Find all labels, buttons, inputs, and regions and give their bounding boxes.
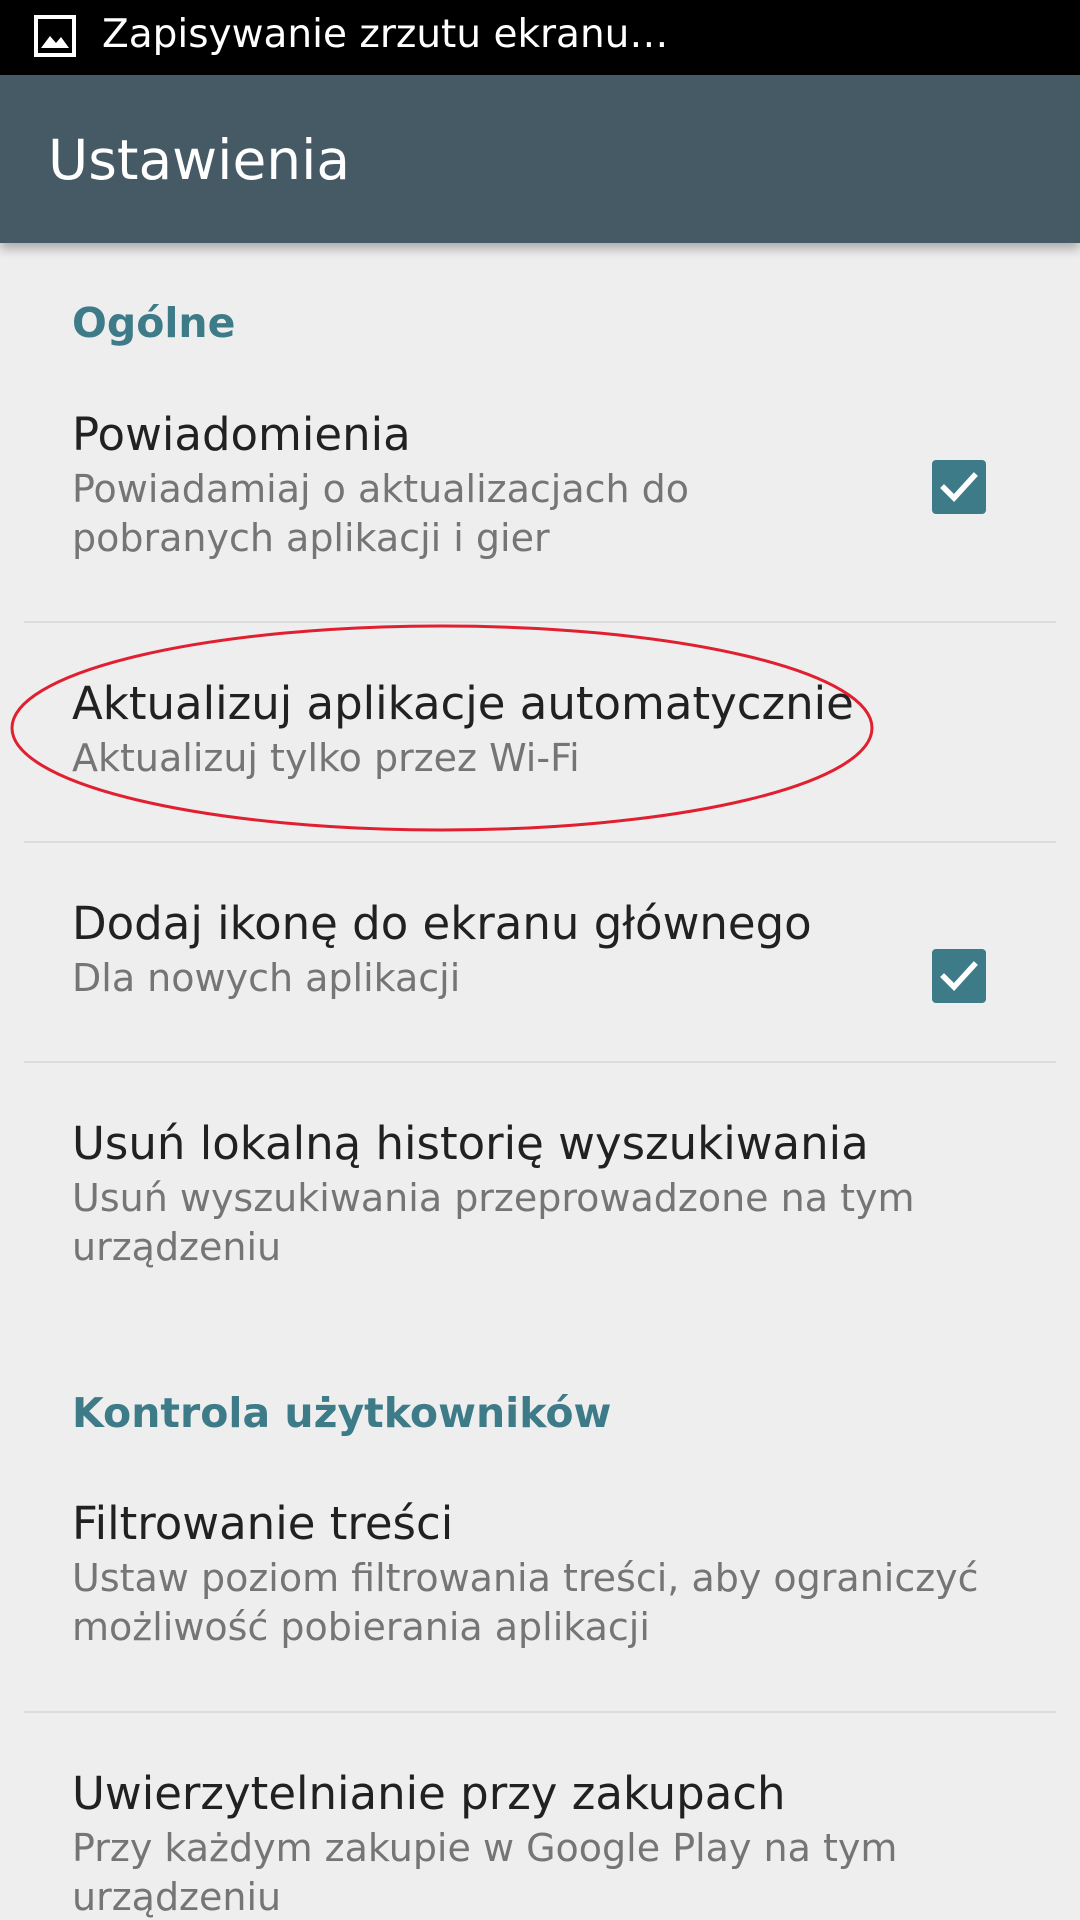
pref-add-home-icon[interactable]: Dodaj ikonę do ekranu głównego Dla nowyc… (0, 897, 1080, 1017)
app-bar: Ustawienia (0, 75, 1080, 243)
pref-title: Filtrowanie treści (72, 1497, 454, 1550)
pref-summary: Aktualizuj tylko przez Wi-Fi (72, 736, 580, 780)
divider (24, 1061, 1056, 1063)
settings-list: Ogólne Powiadomienia Powiadamiaj o aktua… (0, 243, 1080, 1920)
home-icon-checkbox[interactable] (932, 949, 986, 1003)
pref-auto-update[interactable]: Aktualizuj aplikacje automatycznie Aktua… (0, 677, 1080, 797)
pref-summary: Powiadamiaj o aktualizacjach do pobranyc… (72, 467, 690, 560)
pref-summary: Przy każdym zakupie w Google Play na tym… (72, 1826, 898, 1919)
pref-notifications[interactable]: Powiadomienia Powiadamiaj o aktualizacja… (0, 408, 1080, 563)
section-header-user-controls: Kontrola użytkowników (72, 1389, 612, 1437)
status-bar: Zapisywanie zrzutu ekranu… (0, 0, 1080, 75)
image-icon (34, 15, 76, 57)
divider (24, 621, 1056, 623)
section-header-general: Ogólne (72, 299, 236, 347)
pref-summary: Dla nowych aplikacji (72, 956, 461, 1000)
pref-title: Dodaj ikonę do ekranu głównego (72, 897, 812, 950)
pref-title: Powiadomienia (72, 408, 411, 461)
notifications-checkbox[interactable] (932, 460, 986, 514)
divider (24, 841, 1056, 843)
status-notification-text: Zapisywanie zrzutu ekranu… (102, 12, 669, 57)
pref-title: Uwierzytelnianie przy zakupach (72, 1767, 786, 1820)
page-title: Ustawienia (48, 128, 351, 192)
divider (24, 1711, 1056, 1713)
pref-title: Usuń lokalną historię wyszukiwania (72, 1117, 869, 1170)
pref-title: Aktualizuj aplikacje automatycznie (72, 677, 854, 730)
pref-summary: Ustaw poziom filtrowania treści, aby ogr… (72, 1556, 979, 1649)
pref-summary: Usuń wyszukiwania przeprowadzone na tym … (72, 1176, 915, 1269)
pref-clear-search-history[interactable]: Usuń lokalną historię wyszukiwania Usuń … (0, 1117, 1080, 1277)
pref-purchase-authentication[interactable]: Uwierzytelnianie przy zakupach Przy każd… (0, 1767, 1080, 1920)
pref-content-filtering[interactable]: Filtrowanie treści Ustaw poziom filtrowa… (0, 1497, 1080, 1657)
